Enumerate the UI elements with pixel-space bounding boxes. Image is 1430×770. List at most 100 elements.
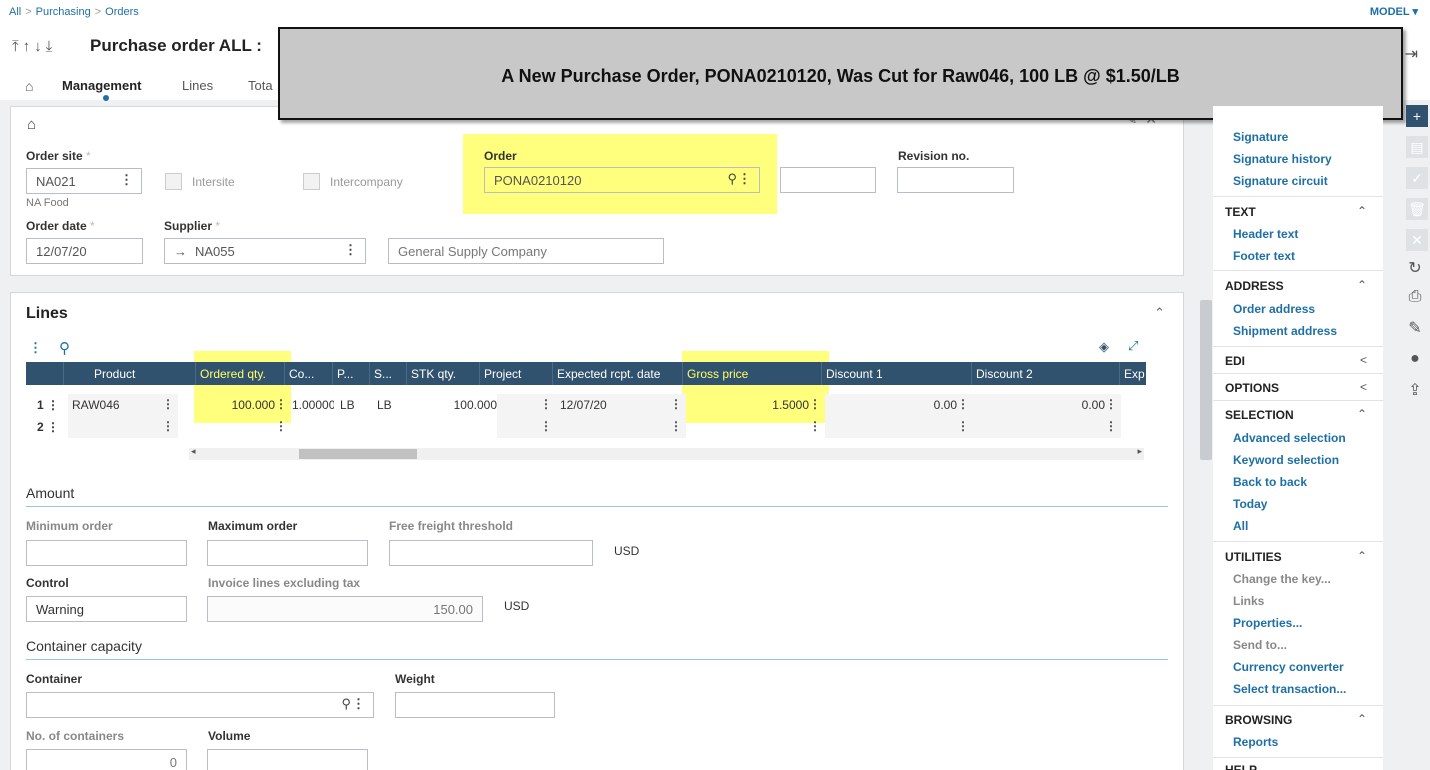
link-signature-circuit[interactable]: Signature circuit — [1233, 174, 1328, 188]
cell-co[interactable]: 1.00000 — [288, 394, 334, 416]
breadcrumb-orders[interactable]: Orders — [105, 6, 139, 18]
section-edi[interactable]: EDI — [1225, 354, 1245, 368]
section-browsing[interactable]: BROWSING — [1225, 713, 1292, 727]
chevron-up-icon[interactable]: ⌃ — [1357, 712, 1367, 726]
num-containers-field[interactable]: 0 — [26, 749, 187, 770]
section-selection[interactable]: SELECTION — [1225, 408, 1294, 422]
refresh-icon[interactable]: ↻ — [1400, 258, 1430, 278]
link-all[interactable]: All — [1233, 519, 1248, 533]
cell-ordered-qty[interactable]: ⋮ — [201, 416, 291, 438]
cell-gross-price[interactable]: ⋮ — [686, 416, 825, 438]
col-ordered-qty[interactable]: Ordered qty. — [195, 362, 284, 385]
cell-product[interactable]: RAW046 ⋮ — [68, 394, 178, 416]
tab-lines[interactable]: Lines — [182, 78, 213, 93]
next-record-icon[interactable]: ↓ — [34, 38, 46, 55]
link-signature[interactable]: Signature — [1233, 130, 1288, 144]
cell-stk-qty[interactable]: 100.000 — [409, 394, 497, 416]
order-field[interactable]: PONA0210120 ⚲ ⋮ — [484, 167, 760, 193]
link-back-to-back[interactable]: Back to back — [1233, 475, 1307, 489]
tab-management[interactable]: Management — [62, 78, 141, 93]
cell-s[interactable]: LB — [373, 394, 409, 416]
section-address[interactable]: ADDRESS — [1225, 279, 1284, 293]
chevron-up-icon[interactable]: ⌃ — [1357, 204, 1367, 218]
order-site-field[interactable]: NA021 ⋮ — [26, 168, 142, 194]
col-stk-qty[interactable]: STK qty. — [406, 362, 479, 385]
section-utilities[interactable]: UTILITIES — [1225, 550, 1282, 564]
col-expected-rcpt-date[interactable]: Expected rcpt. date — [552, 362, 682, 385]
free-freight-field[interactable] — [389, 540, 593, 566]
home-icon[interactable]: ⌂ — [25, 78, 33, 94]
col-product[interactable]: Product — [63, 362, 181, 385]
link-links[interactable]: Links — [1233, 594, 1264, 608]
cell-gross-price[interactable]: 1.5000 ⋮ — [686, 394, 825, 416]
supplier-field[interactable]: → NA055 ⋮ — [164, 238, 366, 264]
add-icon[interactable]: + — [1406, 105, 1428, 127]
share-icon[interactable]: ⇪ — [1400, 380, 1430, 400]
cell-discount2[interactable]: 0.00 ⋮ — [973, 394, 1121, 416]
link-keyword-selection[interactable]: Keyword selection — [1233, 453, 1339, 467]
cell-rcpt-date[interactable]: 12/07/20 ⋮ — [556, 394, 686, 416]
link-select-transaction[interactable]: Select transaction... — [1233, 682, 1346, 696]
section-help[interactable]: HELP — [1225, 763, 1257, 770]
order-date-field[interactable]: 12/07/20 — [26, 238, 143, 264]
link-footer-text[interactable]: Footer text — [1233, 249, 1295, 263]
link-header-text[interactable]: Header text — [1233, 227, 1298, 241]
cell-product[interactable]: ⋮ — [68, 416, 178, 438]
section-options[interactable]: OPTIONS — [1225, 381, 1279, 395]
table-row[interactable]: 2 ⋮ ⋮ ⋮ ⋮ ⋮ ⋮ ⋮ ⋮ — [26, 416, 1146, 438]
model-menu[interactable]: MODEL ▾ — [1370, 5, 1418, 18]
link-order-address[interactable]: Order address — [1233, 302, 1315, 316]
cell-project[interactable]: ⋮ — [497, 394, 556, 416]
weight-field[interactable] — [395, 692, 555, 718]
cell-discount1[interactable]: ⋮ — [825, 416, 973, 438]
link-change-key[interactable]: Change the key... — [1233, 572, 1331, 586]
attachment-icon[interactable]: ✎ — [1400, 318, 1430, 338]
link-advanced-selection[interactable]: Advanced selection — [1233, 431, 1346, 445]
grid-horizontal-scrollbar[interactable]: ◂ ▸ — [189, 446, 1144, 460]
col-p[interactable]: P... — [332, 362, 369, 385]
layers-icon[interactable]: ◈ — [1099, 339, 1109, 355]
col-project[interactable]: Project — [479, 362, 552, 385]
scroll-thumb[interactable] — [299, 449, 417, 459]
intersite-checkbox[interactable] — [165, 173, 182, 190]
chevron-up-icon[interactable]: ⌃ — [1357, 278, 1367, 292]
row-menu-icon[interactable]: ⋮ — [29, 340, 42, 356]
volume-field[interactable] — [207, 749, 368, 770]
breadcrumb-all[interactable]: All — [9, 6, 21, 18]
table-row[interactable]: 1 ⋮ RAW046 ⋮ 100.000 ⋮ 1.00000 LB LB 100.0… — [26, 394, 1146, 416]
control-field[interactable]: Warning — [26, 596, 187, 622]
link-currency-converter[interactable]: Currency converter — [1233, 660, 1344, 674]
tab-totals[interactable]: Tota — [248, 78, 273, 93]
previous-record-icon[interactable]: ↑ — [23, 38, 35, 55]
cell-discount1[interactable]: 0.00 ⋮ — [825, 394, 973, 416]
container-field[interactable]: ⚲ ⋮ — [26, 692, 374, 718]
col-s[interactable]: S... — [369, 362, 406, 385]
chevron-left-icon[interactable]: < — [1360, 353, 1367, 367]
max-order-field[interactable] — [207, 540, 368, 566]
col-gross-price[interactable]: Gross price — [682, 362, 821, 385]
chevron-up-icon[interactable]: ⌃ — [1357, 549, 1367, 563]
first-record-icon[interactable]: ⤒ — [12, 38, 23, 55]
revision-field[interactable] — [897, 167, 1014, 193]
intercompany-checkbox[interactable] — [303, 173, 320, 190]
link-shipment-address[interactable]: Shipment address — [1233, 324, 1337, 338]
order-extra-field[interactable] — [780, 167, 876, 193]
expand-icon[interactable]: ⤢ — [1128, 338, 1138, 354]
section-text[interactable]: TEXT — [1225, 205, 1256, 219]
col-exp[interactable]: Exp — [1119, 362, 1146, 385]
cell-discount2[interactable]: ⋮ — [973, 416, 1121, 438]
link-send-to[interactable]: Send to... — [1233, 638, 1287, 652]
cell-project[interactable]: ⋮ — [497, 416, 556, 438]
comment-icon[interactable]: ● — [1400, 350, 1430, 368]
breadcrumb-purchasing[interactable]: Purchasing — [36, 6, 91, 18]
print-icon[interactable]: ⎙ — [1400, 288, 1430, 306]
cell-ordered-qty[interactable]: 100.000 ⋮ — [201, 394, 291, 416]
search-icon[interactable]: ⚲ — [59, 339, 70, 357]
col-discount2[interactable]: Discount 2 — [971, 362, 1119, 385]
link-today[interactable]: Today — [1233, 497, 1267, 511]
chevron-up-icon[interactable]: ⌃ — [1357, 407, 1367, 421]
col-discount1[interactable]: Discount 1 — [821, 362, 971, 385]
link-properties[interactable]: Properties... — [1233, 616, 1302, 630]
link-reports[interactable]: Reports — [1233, 735, 1278, 749]
exit-icon[interactable]: ⇥ — [1405, 44, 1418, 64]
